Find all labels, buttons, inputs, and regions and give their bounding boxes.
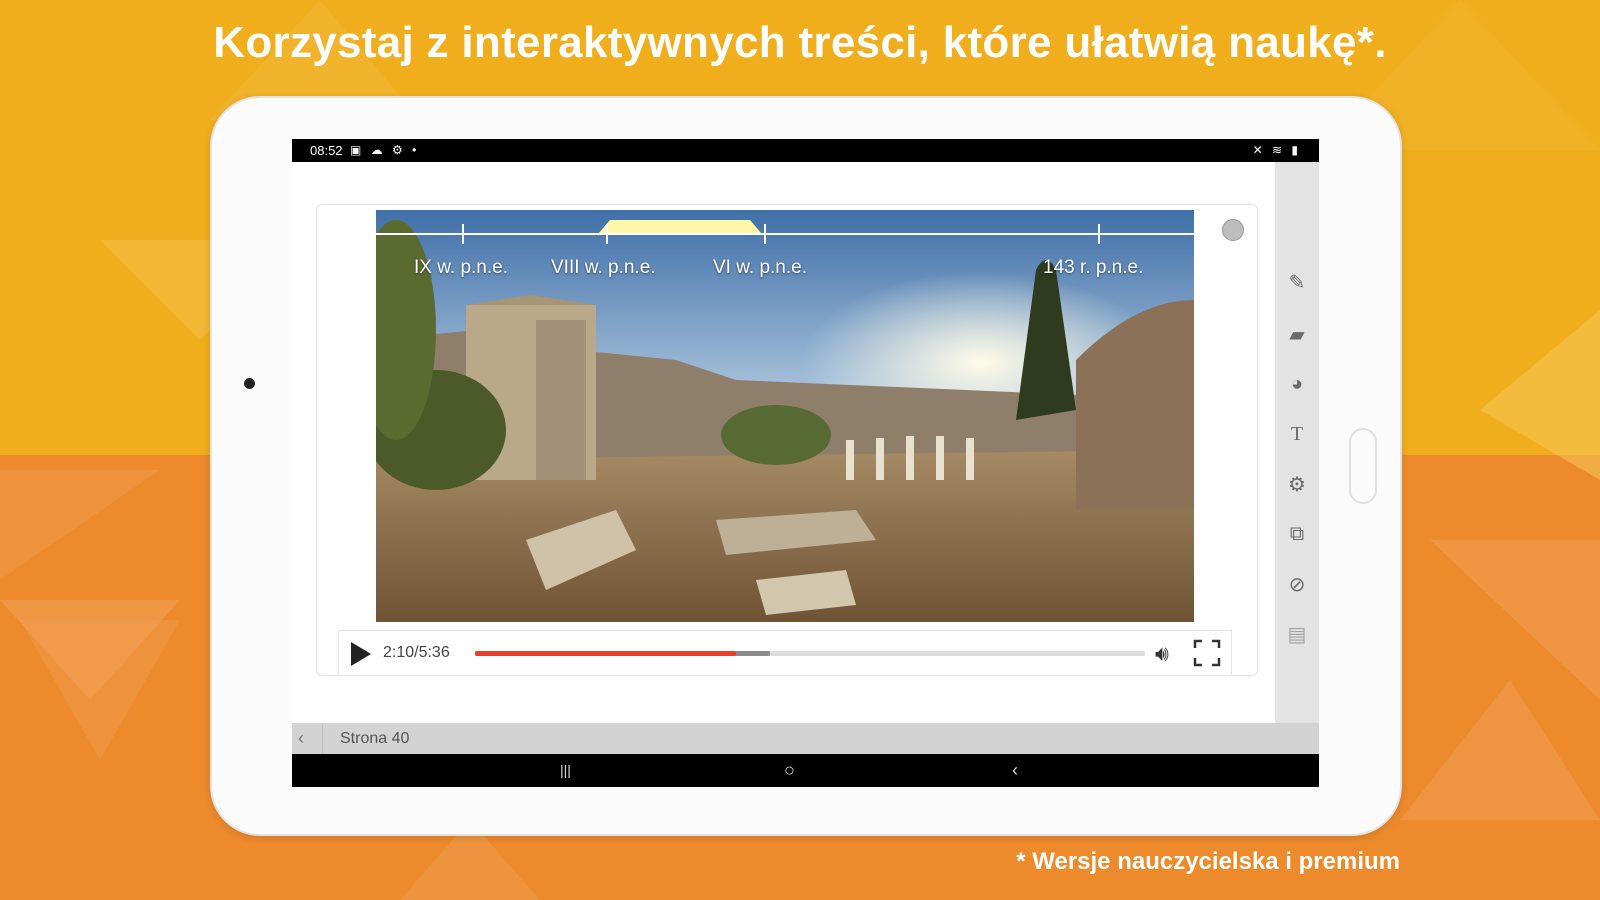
previous-page-icon[interactable]: ‹ — [298, 728, 304, 749]
seek-progress — [475, 651, 737, 656]
save-icon[interactable]: ▤ — [1285, 622, 1309, 646]
back-icon[interactable]: ‹ — [1012, 760, 1018, 781]
play-icon[interactable] — [351, 642, 371, 666]
seek-bar[interactable] — [475, 651, 1145, 656]
shapes-icon[interactable]: ◕ — [1285, 372, 1309, 396]
tablet-screen: 08:52 ▣ ☁ ⚙ • ✕ ≋ ▮ IX w. p.n.e. VIII w.… — [292, 139, 1319, 787]
volume-icon[interactable]: 🔊︎ — [1155, 641, 1169, 667]
timeline-label[interactable]: IX w. p.n.e. — [414, 257, 508, 279]
recent-apps-icon[interactable]: ||| — [560, 762, 571, 778]
page-bar-toolbar-end — [1275, 723, 1319, 754]
pencil-icon[interactable]: ✎ — [1285, 270, 1309, 294]
page-bar: ‹ Strona 40 — [292, 723, 1275, 754]
page-number-label: Strona 40 — [340, 730, 410, 747]
page-content: IX w. p.n.e. VIII w. p.n.e. VI w. p.n.e.… — [292, 162, 1275, 723]
status-bar: 08:52 ▣ ☁ ⚙ • ✕ ≋ ▮ — [292, 139, 1319, 162]
settings-icon[interactable]: ⚙ — [1285, 472, 1309, 496]
side-toolbar: ✎ ▰ ◕ T ⚙ ⧉ ⊘ ▤ — [1275, 162, 1319, 723]
timeline-label[interactable]: VI w. p.n.e. — [713, 257, 807, 279]
globe-icon[interactable] — [1222, 219, 1244, 241]
eraser-icon[interactable]: ▰ — [1285, 322, 1309, 346]
headline: Korzystaj z interaktywnych treści, które… — [213, 18, 1387, 67]
hide-icon[interactable]: ⊘ — [1285, 572, 1309, 596]
home-icon[interactable]: ○ — [784, 760, 795, 781]
timeline-label[interactable]: 143 r. p.n.e. — [1043, 257, 1143, 279]
video-frame[interactable]: IX w. p.n.e. VIII w. p.n.e. VI w. p.n.e.… — [376, 210, 1194, 622]
status-notification-icons: ▣ ☁ ⚙ • — [350, 143, 420, 157]
status-time: 08:52 — [310, 143, 343, 158]
tablet-camera — [244, 378, 255, 389]
timeline-label[interactable]: VIII w. p.n.e. — [551, 257, 656, 279]
video-time: 2:10/5:36 — [383, 644, 450, 661]
page-bar-divider — [322, 723, 323, 754]
tablet-home-button[interactable] — [1349, 428, 1377, 504]
video-controls: 2:10/5:36 🔊︎ — [338, 630, 1232, 676]
crop-icon[interactable]: ⧉ — [1285, 522, 1309, 546]
text-icon[interactable]: T — [1285, 422, 1309, 446]
footnote: * Wersje nauczycielska i premium — [1016, 848, 1400, 875]
fullscreen-icon[interactable] — [1193, 639, 1221, 667]
status-system-icons: ✕ ≋ ▮ — [1252, 143, 1301, 157]
timeline-highlight[interactable] — [598, 220, 762, 234]
android-nav-bar: ||| ○ ‹ — [292, 754, 1319, 787]
